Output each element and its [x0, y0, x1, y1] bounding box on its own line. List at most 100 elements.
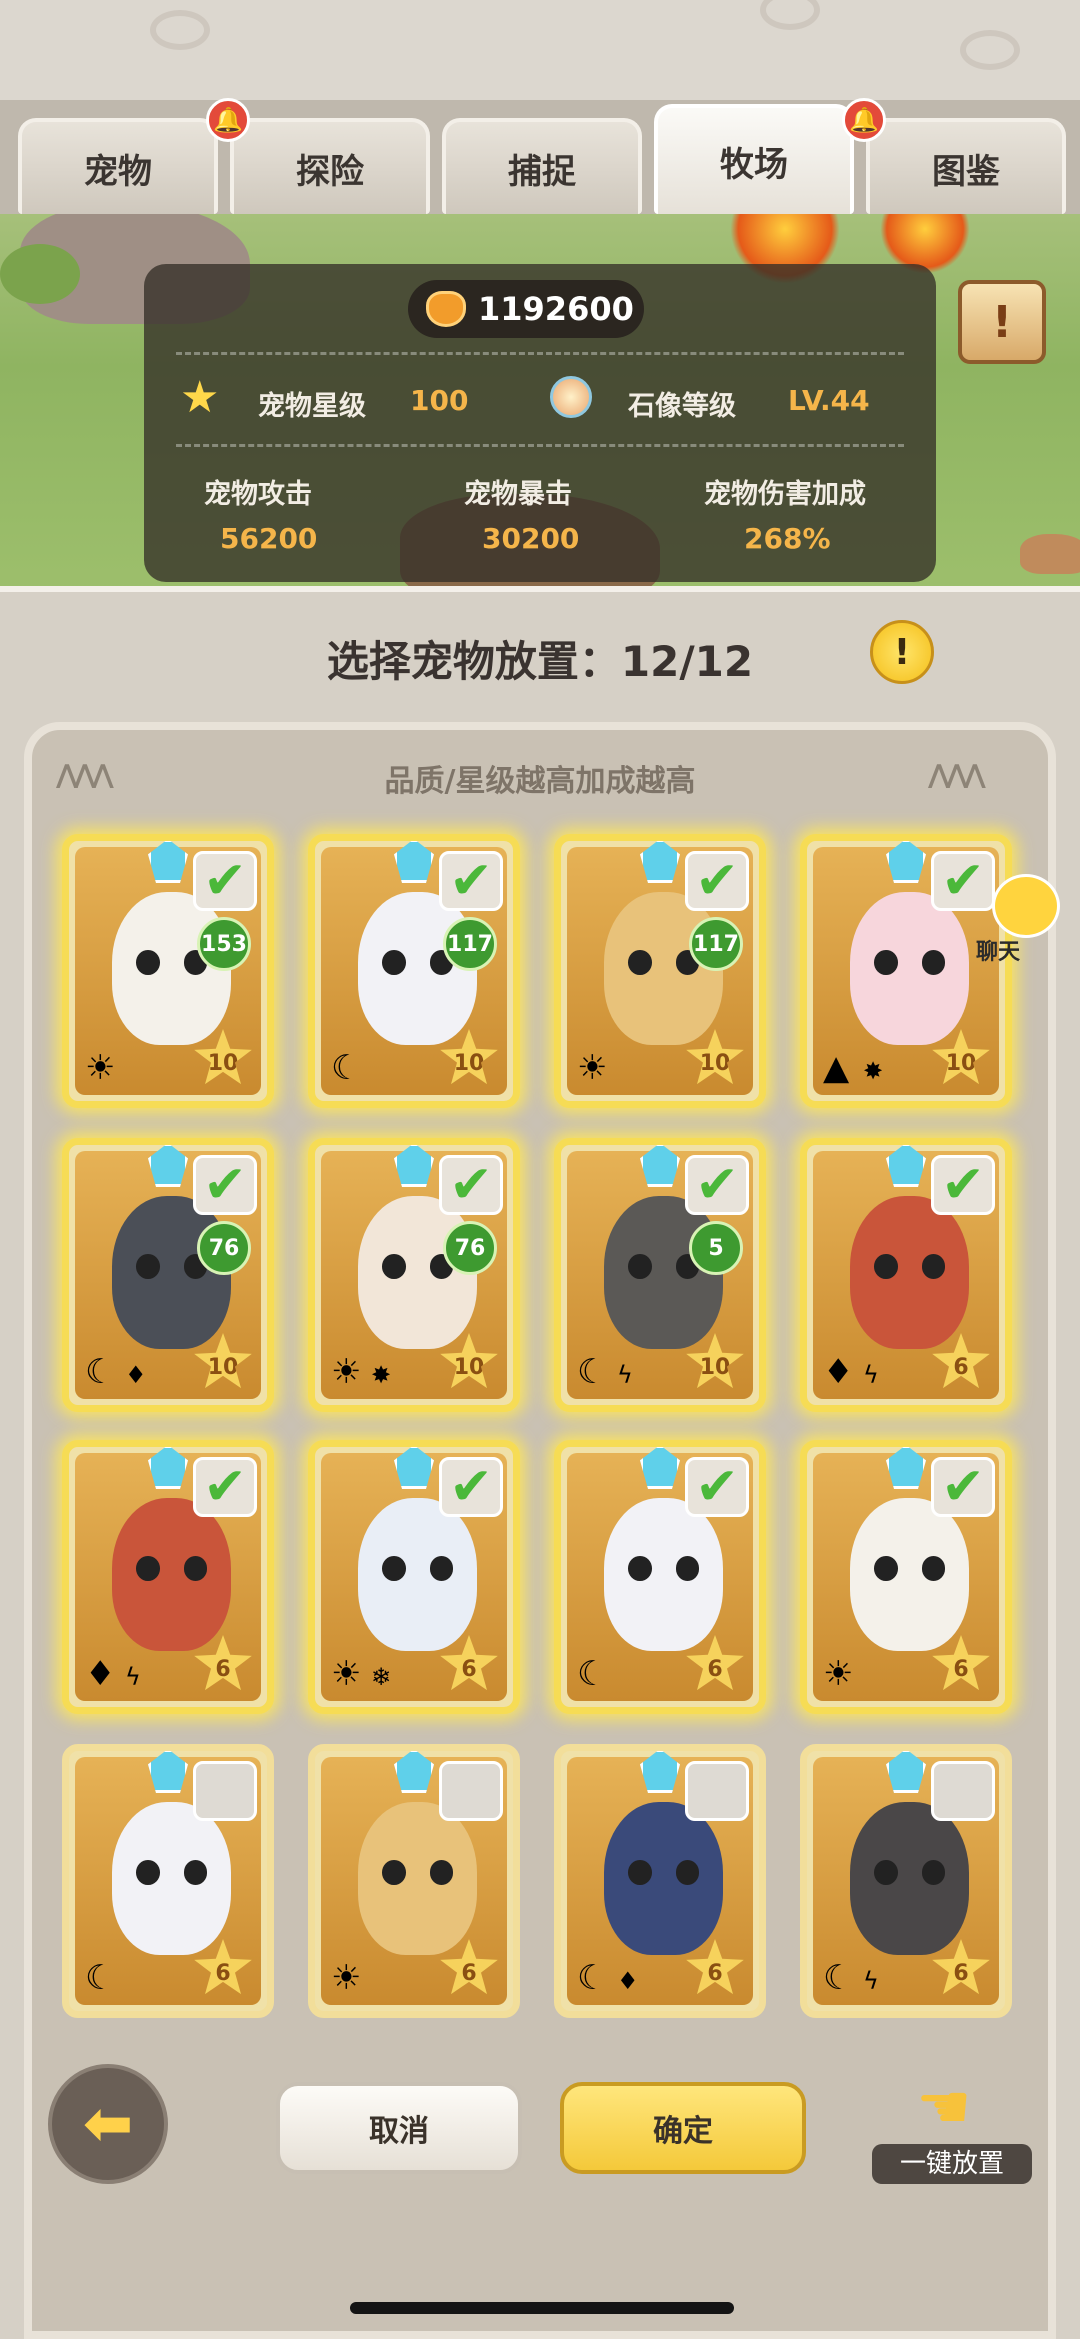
pet-eye — [873, 1860, 898, 1885]
pet-eye — [921, 950, 946, 975]
divider — [176, 352, 904, 355]
element-icon: ☀ — [331, 1352, 362, 1392]
scroll-info-button[interactable]: ! — [958, 280, 1046, 364]
pet-card[interactable]: ♦ ϟ 6 ✔ — [62, 1440, 274, 1714]
pet-card[interactable]: ☀ 10 153 ✔ — [62, 834, 274, 1108]
element-icon: ☾ — [85, 1352, 116, 1392]
pet-eye — [873, 1254, 898, 1279]
pet-card-art: ☀ ✸ 10 76 ✔ — [321, 1151, 507, 1399]
pet-eye — [627, 1860, 652, 1885]
tab-pets[interactable]: 宠物 — [18, 118, 218, 214]
damage-bonus-label: 宠物伤害加成 — [704, 479, 866, 510]
tab-explore[interactable]: 探险 — [230, 118, 430, 214]
element-icon: ☀ — [331, 1654, 362, 1694]
sub-element-icon: ϟ — [125, 1663, 141, 1691]
pet-card[interactable]: ♦ ϟ 6 ✔ — [800, 1138, 1012, 1412]
pet-card[interactable]: ☾6✔ — [62, 1744, 274, 2018]
pet-card-art: ☀6✔ — [321, 1757, 507, 2005]
pet-card-art: ☾ 10 117 ✔ — [321, 847, 507, 1095]
pet-level-badge: 76 — [197, 1221, 251, 1275]
pet-card-art: ☾6✔ — [567, 1453, 753, 1701]
checkmark-icon[interactable]: ✔ — [931, 1457, 995, 1517]
pet-card[interactable]: ☀ 10 117 ✔ — [554, 834, 766, 1108]
pet-portrait — [850, 891, 970, 1046]
pet-card[interactable]: ☾ ϟ 10 5 ✔ — [554, 1138, 766, 1412]
pet-eye — [675, 1860, 700, 1885]
pet-card[interactable]: ☾6✔ — [554, 1440, 766, 1714]
element-icon: ♦ — [823, 1352, 854, 1392]
checkmark-icon[interactable]: ✔ — [685, 1457, 749, 1517]
pet-card-art: ♦ ϟ 6 ✔ — [75, 1453, 261, 1701]
damage-bonus-value: 268% — [744, 522, 831, 555]
pet-portrait — [850, 1497, 970, 1652]
pet-card[interactable]: ☾ ♦ 10 76 ✔ — [62, 1138, 274, 1412]
tab-label: 捕捉 — [508, 151, 576, 192]
pet-portrait — [604, 1801, 724, 1956]
checkbox-empty[interactable]: ✔ — [439, 1761, 503, 1821]
element-icon: ☀ — [85, 1048, 116, 1088]
pet-eye — [381, 1556, 406, 1581]
chat-button[interactable]: 聊天 — [962, 874, 1060, 974]
pet-eye — [429, 1860, 454, 1885]
attack-label: 宠物攻击 — [204, 479, 312, 510]
checkmark-icon[interactable]: ✔ — [685, 1155, 749, 1215]
pet-eye — [381, 1860, 406, 1885]
element-icon: ☾ — [577, 1654, 608, 1694]
tab-ranch[interactable]: 牧场 — [654, 104, 854, 214]
attack-value: 56200 — [220, 522, 318, 555]
checkmark-icon[interactable]: ✔ — [193, 1155, 257, 1215]
pet-eye — [381, 1254, 406, 1279]
sub-element-icon: ❄ — [371, 1663, 392, 1691]
pet-star-value: 100 — [410, 384, 469, 417]
pet-card[interactable]: ☀ ✸ 10 76 ✔ — [308, 1138, 520, 1412]
tab-codex[interactable]: 图鉴 — [866, 118, 1066, 214]
element-icon: ☾ — [577, 1958, 608, 1998]
sub-element-icon: ♦ — [617, 1967, 639, 1995]
one-key-place-label: 一键放置 — [872, 2144, 1032, 2184]
pet-portrait — [850, 1195, 970, 1350]
back-button[interactable]: ⬅ — [48, 2064, 168, 2184]
checkmark-icon[interactable]: ✔ — [439, 1457, 503, 1517]
one-key-place-button[interactable]: ☚ 一键放置 — [872, 2070, 1032, 2184]
checkmark-icon[interactable]: ✔ — [439, 851, 503, 911]
pet-star-label: 宠物星级 — [258, 391, 366, 422]
pet-card[interactable]: ☾ 10 117 ✔ — [308, 834, 520, 1108]
gold-value: 1192600 — [478, 290, 634, 328]
crit-label: 宠物暴击 — [464, 479, 572, 510]
checkmark-icon[interactable]: ✔ — [193, 851, 257, 911]
pet-card[interactable]: ☀6✔ — [800, 1440, 1012, 1714]
pet-portrait — [112, 1497, 232, 1652]
element-icon: ☾ — [85, 1958, 116, 1998]
tab-capture[interactable]: 捕捉 — [442, 118, 642, 214]
pet-card[interactable]: ☾♦6✔ — [554, 1744, 766, 2018]
element-icon: ☾ — [823, 1958, 854, 1998]
pet-portrait — [358, 1497, 478, 1652]
pet-card[interactable]: ☀ ❄ 6 ✔ — [308, 1440, 520, 1714]
cancel-button[interactable]: 取消 — [276, 2082, 522, 2174]
checkbox-empty[interactable]: ✔ — [931, 1761, 995, 1821]
sub-element-icon: ♦ — [125, 1361, 147, 1389]
arrow-left-icon: ⬅ — [82, 2089, 134, 2159]
pet-eye — [135, 1254, 160, 1279]
checkbox-empty[interactable]: ✔ — [685, 1761, 749, 1821]
checkbox-empty[interactable]: ✔ — [193, 1761, 257, 1821]
selection-hint: 品质/星级越高加成越高 — [384, 764, 696, 799]
pet-card-art: ☀6✔ — [813, 1453, 999, 1701]
pet-card[interactable]: ☾ϟ6✔ — [800, 1744, 1012, 2018]
pet-card[interactable]: ☀6✔ — [308, 1744, 520, 2018]
confirm-button[interactable]: 确定 — [560, 2082, 806, 2174]
pet-card-art: ☾ϟ6✔ — [813, 1757, 999, 2005]
checkmark-icon[interactable]: ✔ — [685, 851, 749, 911]
pet-eye — [675, 1556, 700, 1581]
info-button[interactable]: ! — [870, 620, 934, 684]
checkmark-icon[interactable]: ✔ — [931, 1155, 995, 1215]
home-indicator — [350, 2302, 734, 2314]
checkmark-icon[interactable]: ✔ — [439, 1155, 503, 1215]
pet-card-art: ☾6✔ — [75, 1757, 261, 2005]
pet-eye — [627, 1254, 652, 1279]
pet-card-art: ☾ ϟ 10 5 ✔ — [567, 1151, 753, 1399]
pet-eye — [135, 1556, 160, 1581]
pet-portrait — [112, 1801, 232, 1956]
checkmark-icon[interactable]: ✔ — [193, 1457, 257, 1517]
pet-eye — [873, 1556, 898, 1581]
